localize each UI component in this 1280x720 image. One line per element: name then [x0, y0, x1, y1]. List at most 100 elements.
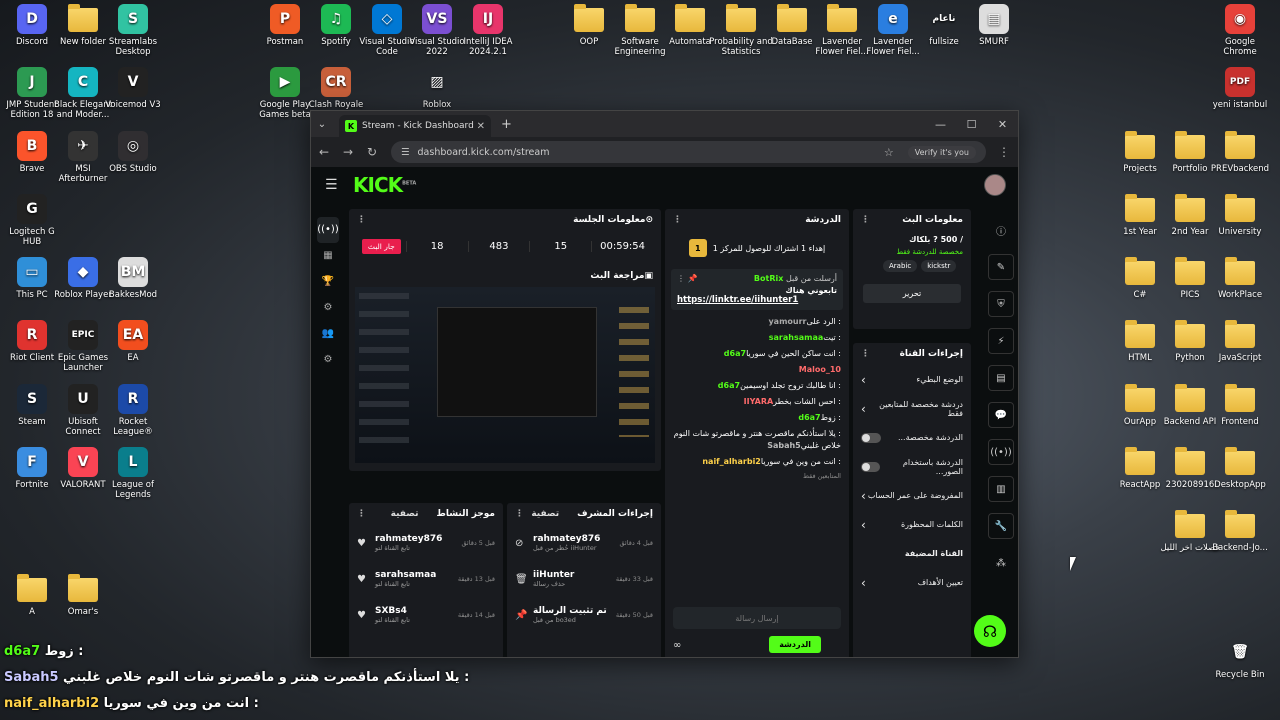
desktop-icon[interactable]: ◉ Google Chrome: [1208, 4, 1272, 57]
settings-rail-icon[interactable]: ⚙: [317, 347, 339, 373]
desktop-icon[interactable]: L League of Legends: [101, 447, 165, 500]
chat-username[interactable]: naif_alharbi2: [702, 457, 761, 466]
close-window-icon[interactable]: ✕: [987, 111, 1018, 137]
chat-message[interactable]: : تيتsarahsamaa: [665, 330, 849, 346]
desktop-icon[interactable]: ▤ SMURF: [962, 4, 1026, 47]
chat-message[interactable]: : انت ساكن الحين في سورياd6a7: [665, 346, 849, 362]
channel-action-row[interactable]: الدردشة مخصصة...: [853, 423, 971, 452]
trophy-rail-icon[interactable]: 🏆: [317, 269, 339, 295]
desktop-icon[interactable]: R Rocket League®: [101, 384, 165, 437]
desktop-icon[interactable]: G Logitech G HUB: [0, 194, 64, 247]
chat-bubble-icon[interactable]: 💬: [988, 402, 1014, 428]
edit-stream-button[interactable]: تحرير: [863, 284, 961, 303]
chat-username[interactable]: IIYARA: [744, 397, 774, 406]
pinned-link[interactable]: https://linktr.ee/iihunter1: [677, 295, 837, 305]
send-chat-button[interactable]: الدردشة: [769, 636, 821, 653]
desktop-icon[interactable]: CR Clash Royale: [304, 67, 368, 110]
feed-row[interactable]: 📌 تم تثبيت الرسالة من قبل bo3ed قبل 50 دقيق…: [507, 597, 661, 633]
chat-message[interactable]: : يلا استأذنكم ماقصرت هنتر و ماقصرتو شات…: [665, 426, 849, 454]
feed-row[interactable]: 🗑 iiHunter حذف رسالة قبل 33 دقيقة: [507, 561, 661, 597]
desktop-icon[interactable]: 🗑 Recycle Bin: [1208, 637, 1272, 680]
desktop-icon[interactable]: DesktopApp: [1208, 447, 1272, 490]
back-icon[interactable]: ←: [319, 145, 331, 159]
desktop-icon[interactable]: Frontend: [1208, 384, 1272, 427]
stream-preview[interactable]: [355, 287, 655, 463]
desktop-icon[interactable]: IJ IntelliJ IDEA 2024.2.1: [456, 4, 520, 57]
chat-message[interactable]: : زوطd6a7: [665, 410, 849, 426]
desktop-icon[interactable]: WorkPlace: [1208, 257, 1272, 300]
reload-icon[interactable]: ↻: [367, 145, 379, 159]
chat-username[interactable]: Maloo_10: [799, 365, 841, 374]
chat-message[interactable]: : انا طالبك تروح تجلد اوسيمينd6a7: [665, 378, 849, 394]
stream-info-menu-icon[interactable]: ⋮: [861, 215, 870, 225]
channel-action-row[interactable]: تعيين الأهداف ›: [853, 568, 971, 597]
desktop-icon[interactable]: Backend-Jo...: [1208, 510, 1272, 553]
desktop-icon[interactable]: S Streamlabs Desktop: [101, 4, 165, 57]
tab-search-icon[interactable]: ⌄: [311, 119, 333, 130]
dashboard-rail-icon[interactable]: ▦: [317, 243, 339, 269]
users-rail-icon[interactable]: 👥: [317, 321, 339, 347]
browser-tab[interactable]: K Stream - Kick Dashboard ✕: [339, 115, 491, 137]
site-info-icon[interactable]: ☰: [401, 147, 410, 158]
tab-close-icon[interactable]: ✕: [477, 121, 485, 132]
chat-message[interactable]: : احس الشات بخطرIIYARA: [665, 394, 849, 410]
maximize-icon[interactable]: ☐: [956, 111, 987, 137]
stream-rail-icon[interactable]: ((•)): [317, 217, 339, 243]
chat-username[interactable]: sarahsamaa: [769, 333, 824, 342]
channel-actions-menu-icon[interactable]: ⋮: [861, 349, 870, 359]
chat-username[interactable]: Sabah5: [767, 441, 801, 450]
activity-menu-icon[interactable]: ⋮: [357, 509, 366, 519]
browser-menu-icon[interactable]: ⋮: [998, 145, 1010, 159]
lightning-icon[interactable]: ⚡: [988, 328, 1014, 354]
url-field[interactable]: ☰ dashboard.kick.com/stream ☆ Verify it'…: [391, 141, 986, 163]
broadcast-icon[interactable]: ((•)): [988, 439, 1014, 465]
feed-row[interactable]: ♥ sarahsamaa تابع القناة لتو قبل 13 دقيقة: [349, 561, 503, 597]
chat-username[interactable]: yamourr: [768, 317, 806, 326]
tag-arabic[interactable]: Arabic: [883, 260, 918, 272]
mod-actions-filter[interactable]: تصفية: [531, 509, 559, 519]
channel-action-row[interactable]: الكلمات المحظورة ›: [853, 510, 971, 539]
desktop-icon[interactable]: BM BakkesMod: [101, 257, 165, 300]
wrench-icon[interactable]: 🔧: [988, 513, 1014, 539]
user-avatar[interactable]: [984, 174, 1006, 196]
hamburger-menu-icon[interactable]: ☰: [325, 177, 353, 193]
chat-username[interactable]: d6a7: [724, 349, 746, 358]
pin-icon[interactable]: 📌 ⋮: [677, 274, 698, 283]
group-icon[interactable]: ⁂: [988, 550, 1014, 576]
mod-rail-icon[interactable]: ⚙: [317, 295, 339, 321]
channel-action-row[interactable]: الوضع البطيء ›: [853, 365, 971, 394]
activity-filter[interactable]: تصفية: [391, 509, 419, 519]
chat-message[interactable]: : الرد علىyamourr: [665, 314, 849, 330]
chat-input[interactable]: إرسال رسالة: [673, 607, 841, 629]
desktop-icon[interactable]: PDF yeni istanbul: [1208, 67, 1272, 110]
chat-message[interactable]: : انت من وين في سورياnaif_alharbi2: [665, 454, 849, 470]
verify-button[interactable]: Verify it's you: [907, 145, 976, 159]
channel-action-row[interactable]: المفروضة على عمر الحساب ›: [853, 481, 971, 510]
desktop-icon[interactable]: JavaScript: [1208, 320, 1272, 363]
channel-action-row[interactable]: دردشة مخصصة للمتابعين فقط ›: [853, 394, 971, 423]
bookmark-star-icon[interactable]: ☆: [884, 146, 894, 159]
feed-row[interactable]: ♥ SXBs4 تابع القناة لتو قبل 14 دقيقة: [349, 597, 503, 633]
desktop-icon[interactable]: PREVbackend: [1208, 131, 1272, 174]
help-headset-button[interactable]: ☊: [974, 615, 1006, 647]
infinity-icon[interactable]: ∞: [673, 640, 681, 651]
minimize-icon[interactable]: —: [925, 111, 956, 137]
desktop-icon[interactable]: ◎ OBS Studio: [101, 131, 165, 174]
desktop-icon[interactable]: ▨ Roblox: [405, 67, 469, 110]
feed-row[interactable]: ♥ rahmatey876 تابع القناة لتو قبل 5 دقائق: [349, 525, 503, 561]
chat-menu-icon[interactable]: ⋮: [673, 215, 682, 225]
mod-actions-menu-icon[interactable]: ⋮: [515, 509, 524, 519]
channel-action-row[interactable]: الدردشة باستخدام الصور...: [853, 452, 971, 481]
desktop-icon[interactable]: University: [1208, 194, 1272, 237]
desktop-icon[interactable]: EA EA: [101, 320, 165, 363]
document-icon[interactable]: ▤: [988, 365, 1014, 391]
feed-row[interactable]: ⊘ rahmatey876 حُظر من قبل iiHunter قبل 4 دق…: [507, 525, 661, 561]
desktop-icon[interactable]: V Voicemod V3: [101, 67, 165, 110]
chat-username[interactable]: d6a7: [798, 413, 820, 422]
chat-message[interactable]: Maloo_10: [665, 362, 849, 378]
toggle-switch[interactable]: [861, 432, 881, 443]
desktop-icon[interactable]: Omar's: [51, 574, 115, 617]
forward-icon[interactable]: →: [343, 145, 355, 159]
kick-logo[interactable]: KICKBETA: [353, 173, 416, 197]
edit-icon[interactable]: ✎: [988, 254, 1014, 280]
